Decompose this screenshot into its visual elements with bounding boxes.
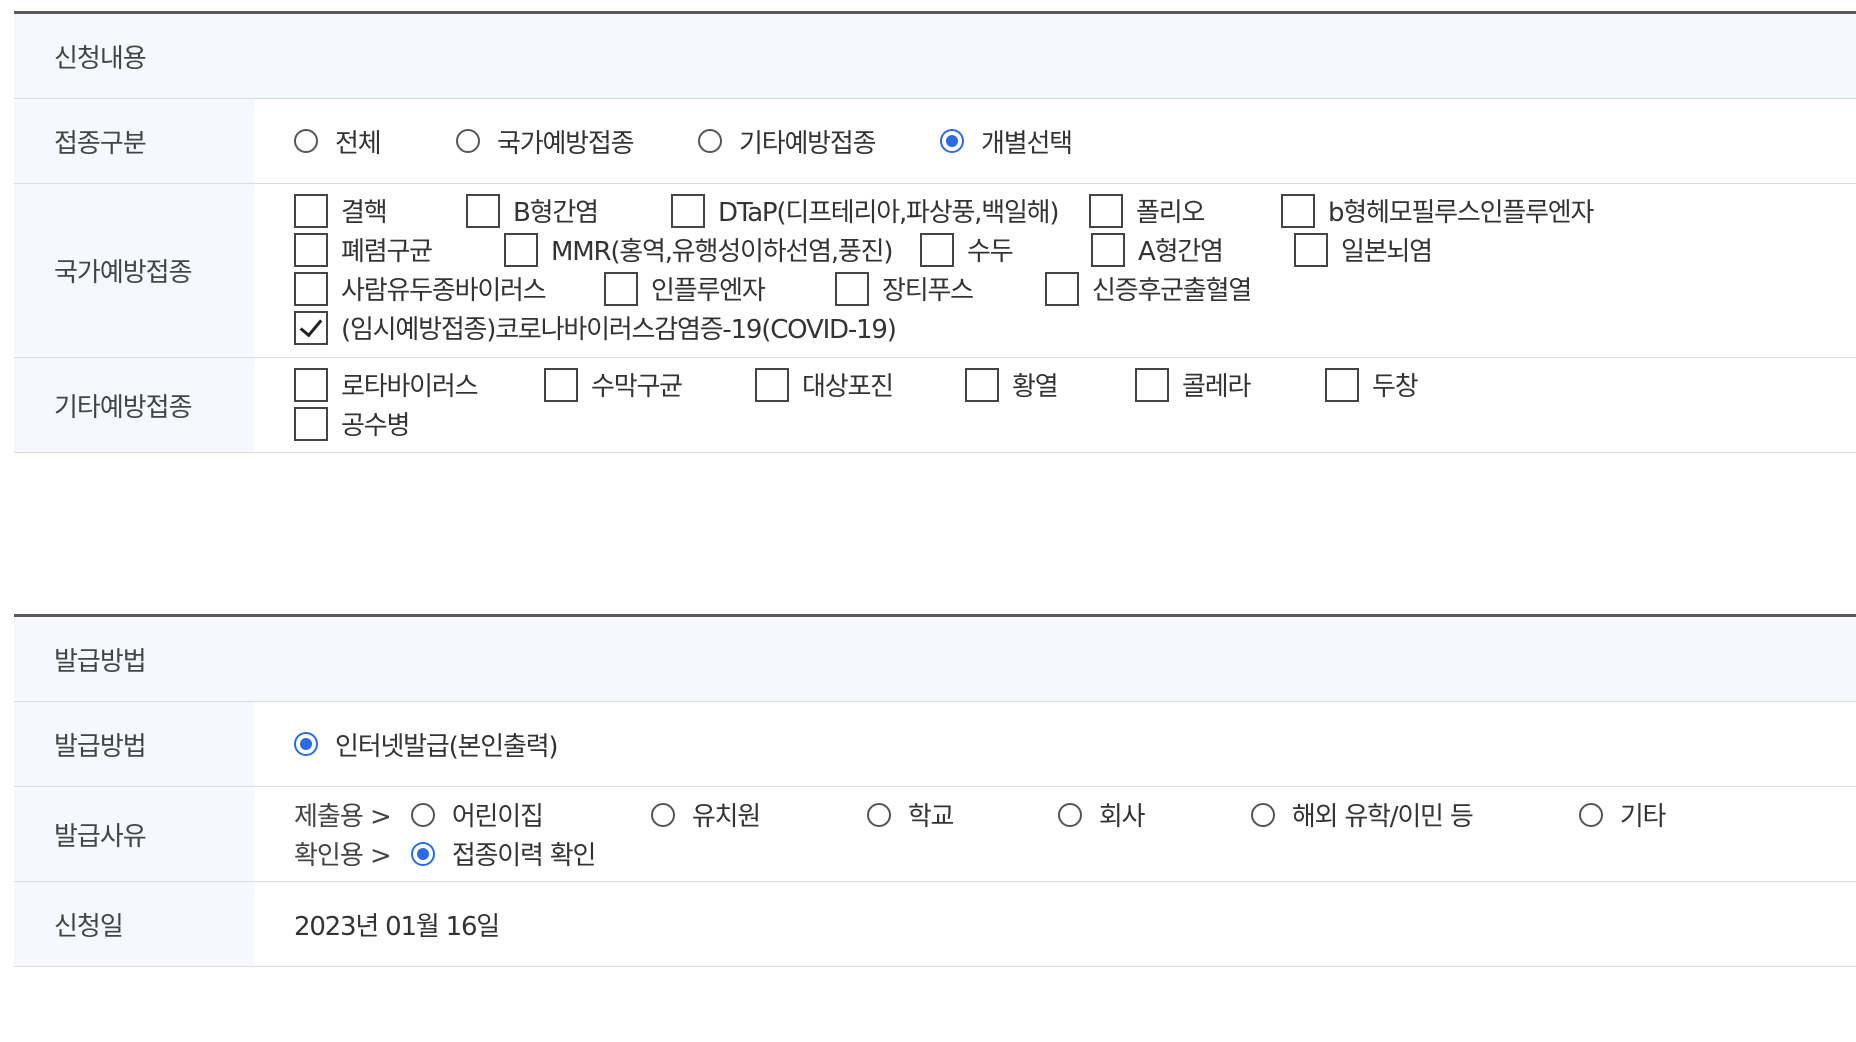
row-label: 접종구분	[14, 99, 254, 183]
row-label: 발급방법	[14, 702, 254, 786]
section-header: 신청내용	[14, 14, 1856, 99]
checkbox-icon[interactable]	[294, 367, 328, 402]
radio-icon[interactable]	[1057, 802, 1082, 827]
checkbox-herpes-zoster[interactable]: 대상포진	[755, 366, 965, 403]
row-label: 기타예방접종	[14, 358, 254, 452]
submit-purpose-label: 제출용 >	[294, 802, 392, 832]
checkbox-hib[interactable]: b형헤모필루스인플루엔자	[1281, 192, 1594, 229]
application-date-cell: 2023년 01월 16일	[254, 882, 1856, 966]
checkbox-hepatitis-b[interactable]: B형간염	[466, 192, 671, 229]
checkbox-japanese-encephalitis[interactable]: 일본뇌염	[1294, 231, 1433, 268]
radio-icon[interactable]	[456, 129, 480, 153]
checkbox-icon[interactable]	[1294, 232, 1328, 267]
checkbox-hfrs[interactable]: 신증후군출혈열	[1045, 270, 1252, 307]
checkbox-icon[interactable]	[1089, 193, 1123, 228]
vaccination-type-options: 전체 국가예방접종 기타예방접종 개별선택	[254, 99, 1856, 183]
radio-icon[interactable]	[650, 802, 675, 827]
other-vaccination-row: 기타예방접종 로타바이러스 수막구균 대상포진 황열 콜레라 두창 공수병	[14, 358, 1856, 453]
checkbox-icon[interactable]	[604, 271, 638, 306]
checkbox-icon[interactable]	[965, 367, 999, 402]
radio-icon[interactable]	[866, 802, 891, 827]
issuance-method-row: 발급방법 인터넷발급(본인출력)	[14, 702, 1856, 787]
section-title: 발급방법	[54, 646, 147, 677]
checkbox-icon[interactable]	[294, 232, 328, 267]
radio-icon[interactable]	[1578, 802, 1603, 827]
section-title: 신청내용	[54, 43, 147, 74]
checkbox-icon[interactable]	[835, 271, 869, 306]
checkbox-icon[interactable]	[671, 193, 705, 228]
radio-national[interactable]: 국가예방접종	[456, 123, 698, 160]
radio-overseas[interactable]: 해외 유학/이민 등	[1250, 796, 1579, 833]
issuance-reason-options: 제출용 > 어린이집 유치원 학교 회사 해외 유학/이민 등 기타 확인용 >…	[254, 787, 1856, 881]
checkbox-icon[interactable]	[1045, 271, 1079, 306]
radio-icon[interactable]	[410, 802, 435, 827]
issuance-reason-row: 발급사유 제출용 > 어린이집 유치원 학교 회사 해외 유학/이민 등 기타 …	[14, 787, 1856, 882]
checkbox-cholera[interactable]: 콜레라	[1135, 366, 1325, 403]
radio-kindergarten[interactable]: 유치원	[650, 796, 867, 833]
checkbox-icon[interactable]	[294, 406, 328, 441]
row-label: 발급사유	[14, 787, 254, 881]
checkbox-hepatitis-a[interactable]: A형간염	[1091, 231, 1294, 268]
checkbox-icon[interactable]	[1091, 232, 1125, 267]
issuance-method-options: 인터넷발급(본인출력)	[254, 702, 1856, 786]
radio-other[interactable]: 기타예방접종	[698, 123, 940, 160]
row-label: 국가예방접종	[14, 184, 254, 357]
checkbox-rabies[interactable]: 공수병	[294, 405, 410, 442]
radio-daycare[interactable]: 어린이집	[410, 796, 651, 833]
checkbox-icon[interactable]	[1325, 367, 1359, 402]
checkbox-icon[interactable]	[466, 193, 500, 228]
vaccination-type-row: 접종구분 전체 국가예방접종 기타예방접종 개별선택	[14, 99, 1856, 184]
national-vaccination-row: 국가예방접종 결핵 B형간염 DTaP(디프테리아,파상풍,백일해) 폴리오 b…	[14, 184, 1856, 358]
row-label: 신청일	[14, 882, 254, 966]
checkbox-covid19[interactable]: (임시예방접종)코로나바이러스감염증-19(COVID-19)	[294, 309, 897, 346]
application-details-table: 신청내용 접종구분 전체 국가예방접종 기타예방접종 개별선택 국가예방접종 결…	[14, 11, 1856, 453]
checkbox-icon[interactable]	[1281, 193, 1315, 228]
checkbox-tuberculosis[interactable]: 결핵	[294, 192, 466, 229]
checkbox-pneumococcal[interactable]: 폐렴구균	[294, 231, 504, 268]
other-vaccination-options: 로타바이러스 수막구균 대상포진 황열 콜레라 두창 공수병	[254, 358, 1856, 452]
checkbox-icon[interactable]	[544, 367, 578, 402]
radio-selected-icon[interactable]	[294, 732, 318, 756]
section-header: 발급방법	[14, 617, 1856, 702]
checkbox-yellow-fever[interactable]: 황열	[965, 366, 1135, 403]
checkbox-hpv[interactable]: 사람유두종바이러스	[294, 270, 604, 307]
radio-individual[interactable]: 개별선택	[940, 123, 1073, 160]
checkbox-typhoid[interactable]: 장티푸스	[835, 270, 1045, 307]
checkbox-rotavirus[interactable]: 로타바이러스	[294, 366, 544, 403]
checkbox-dtap[interactable]: DTaP(디프테리아,파상풍,백일해)	[671, 192, 1089, 229]
checkbox-influenza[interactable]: 인플루엔자	[604, 270, 835, 307]
checkbox-icon[interactable]	[294, 193, 328, 228]
radio-selected-icon[interactable]	[410, 841, 435, 866]
confirm-purpose-label: 확인용 >	[294, 841, 392, 871]
radio-icon[interactable]	[294, 129, 318, 153]
radio-icon[interactable]	[698, 129, 722, 153]
checkbox-checked-icon[interactable]	[294, 310, 328, 345]
radio-internet-issuance[interactable]: 인터넷발급(본인출력)	[294, 726, 559, 763]
national-vaccination-options: 결핵 B형간염 DTaP(디프테리아,파상풍,백일해) 폴리오 b형헤모필루스인…	[254, 184, 1856, 357]
radio-all[interactable]: 전체	[294, 123, 456, 160]
radio-company[interactable]: 회사	[1057, 796, 1251, 833]
checkbox-polio[interactable]: 폴리오	[1089, 192, 1281, 229]
radio-icon[interactable]	[1250, 802, 1275, 827]
radio-vaccination-history[interactable]: 접종이력 확인	[410, 835, 596, 872]
radio-school[interactable]: 학교	[866, 796, 1058, 833]
checkbox-icon[interactable]	[294, 271, 328, 306]
checkbox-mmr[interactable]: MMR(홍역,유행성이하선염,풍진)	[504, 231, 920, 268]
checkbox-meningococcal[interactable]: 수막구균	[544, 366, 755, 403]
checkbox-icon[interactable]	[920, 232, 954, 267]
checkbox-varicella[interactable]: 수두	[920, 231, 1091, 268]
checkbox-icon[interactable]	[1135, 367, 1169, 402]
checkbox-icon[interactable]	[755, 367, 789, 402]
radio-selected-icon[interactable]	[940, 129, 964, 153]
checkbox-icon[interactable]	[504, 232, 538, 267]
application-date: 2023년 01월 16일	[294, 911, 500, 942]
checkbox-smallpox[interactable]: 두창	[1325, 366, 1419, 403]
radio-etc[interactable]: 기타	[1578, 796, 1666, 833]
issuance-method-table: 발급방법 발급방법 인터넷발급(본인출력) 발급사유 제출용 > 어린이집 유치…	[14, 614, 1856, 967]
application-date-row: 신청일 2023년 01월 16일	[14, 882, 1856, 967]
